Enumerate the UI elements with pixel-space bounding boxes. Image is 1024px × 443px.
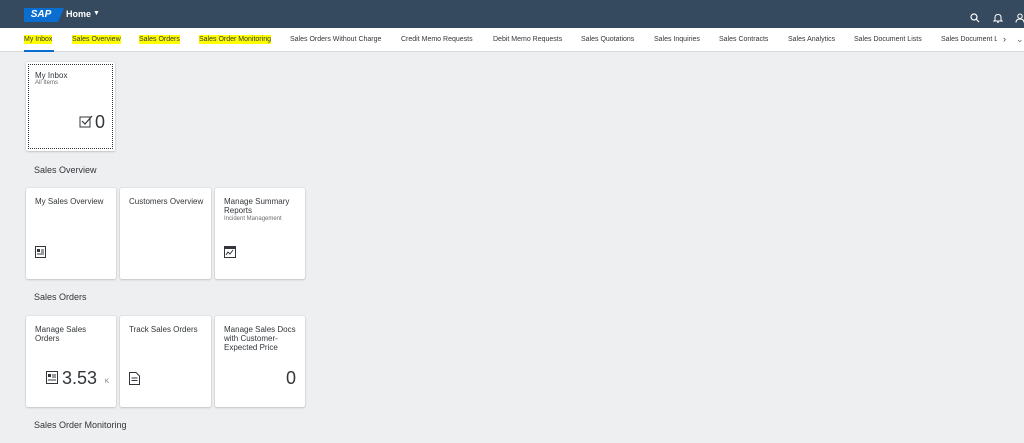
- anchor-item-sales-overview[interactable]: Sales Overview: [72, 35, 121, 44]
- tile-track-sales-orders[interactable]: Track Sales Orders: [120, 316, 211, 407]
- group-title-sales-order-monitoring: Sales Order Monitoring: [34, 420, 127, 430]
- anchor-item-sales-analytics[interactable]: Sales Analytics: [788, 35, 835, 44]
- inbox-count: 0: [95, 112, 106, 132]
- anchor-item-sales-order-monitoring[interactable]: Sales Order Monitoring: [199, 35, 271, 44]
- group-title-sales-overview: Sales Overview: [34, 165, 97, 175]
- logo-text: SAP: [30, 9, 52, 20]
- shell-header: SAP Home ▼: [0, 0, 1024, 28]
- anchor-item-sales-document-lists[interactable]: Sales Document Lists: [854, 35, 922, 44]
- sales-order-icon: [46, 371, 58, 389]
- user-icon[interactable]: [1015, 10, 1024, 23]
- home-title[interactable]: Home: [66, 9, 91, 19]
- tile-title: My Sales Overview: [35, 197, 104, 206]
- anchor-item-sales-orders[interactable]: Sales Orders: [139, 35, 180, 44]
- anchor-item-credit-memo-requests[interactable]: Credit Memo Requests: [401, 35, 473, 44]
- anchor-item-sales-document-l[interactable]: Sales Document L: [941, 35, 997, 44]
- tile-manage-summary-reports[interactable]: Manage Summary Reports Incident Manageme…: [215, 188, 305, 279]
- tile-my-inbox[interactable]: My Inbox All Items 0: [26, 62, 115, 151]
- tile-title: Track Sales Orders: [129, 325, 198, 334]
- tile-title: Manage Sales Orders: [35, 325, 87, 343]
- tile-customers-overview[interactable]: Customers Overview: [120, 188, 211, 279]
- tile-manage-sales-docs-customer-expected-price[interactable]: Manage Sales Docs with Customer-Expected…: [215, 316, 305, 407]
- tile-title: Manage Summary Reports: [224, 197, 290, 215]
- tile-subtitle: Incident Management: [224, 216, 282, 222]
- anchor-navigation-bar: My Inbox Sales Overview Sales Orders Sal…: [0, 28, 1024, 52]
- anchor-item-sales-inquiries[interactable]: Sales Inquiries: [654, 35, 700, 44]
- anchor-item-debit-memo-requests[interactable]: Debit Memo Requests: [493, 35, 562, 44]
- sap-logo[interactable]: SAP: [24, 8, 64, 22]
- report-icon: [224, 245, 236, 263]
- anchor-item-sales-contracts[interactable]: Sales Contracts: [719, 35, 768, 44]
- anchor-item-sales-quotations[interactable]: Sales Quotations: [581, 35, 634, 44]
- tile-title: Manage Sales Docs with Customer-Expected…: [224, 325, 296, 352]
- kpi-value: 0: [286, 368, 297, 388]
- tile-subtitle: All Items: [35, 80, 59, 86]
- search-icon[interactable]: [970, 10, 982, 23]
- chevron-right-icon[interactable]: ›: [1003, 34, 1006, 44]
- tile-my-sales-overview[interactable]: My Sales Overview: [26, 188, 116, 279]
- task-check-icon: [79, 115, 93, 133]
- anchor-item-sales-orders-without-charge[interactable]: Sales Orders Without Charge: [290, 35, 381, 44]
- tile-manage-sales-orders[interactable]: Manage Sales Orders 3.53 K: [26, 316, 116, 407]
- document-icon: [129, 372, 140, 390]
- tile-title: Customers Overview: [129, 197, 204, 206]
- kpi-unit: K: [105, 379, 110, 385]
- overview-card-icon: [35, 245, 46, 263]
- selected-tab-indicator: [24, 50, 54, 52]
- group-title-sales-orders: Sales Orders: [34, 292, 87, 302]
- kpi-value: 3.53: [62, 368, 98, 388]
- chevron-down-icon[interactable]: ▼: [93, 10, 100, 17]
- anchor-item-my-inbox[interactable]: My Inbox: [24, 35, 53, 44]
- bell-icon[interactable]: [992, 10, 1005, 23]
- chevron-down-icon[interactable]: ⌄: [1016, 34, 1024, 45]
- tile-title: My Inbox: [35, 71, 68, 80]
